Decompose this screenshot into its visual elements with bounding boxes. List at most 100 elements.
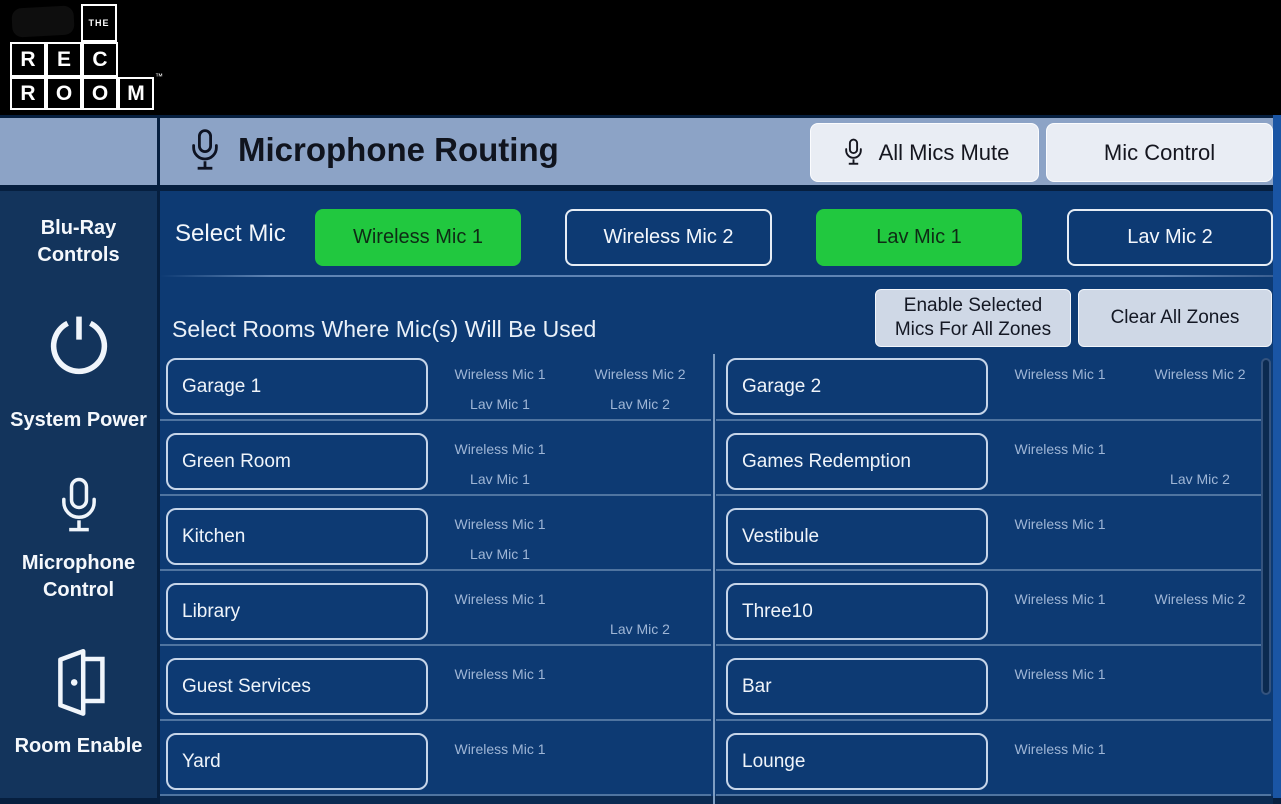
clear-all-zones-button[interactable]: Clear All Zones	[1078, 289, 1272, 347]
header-left-block	[0, 118, 157, 185]
mic-assignment-label	[430, 769, 570, 789]
mic-assignment-label	[1130, 394, 1270, 414]
mic-assignment-label	[570, 439, 710, 459]
mic-assignment-label: Wireless Mic 1	[990, 664, 1130, 684]
scroll-cutoff-strip	[160, 796, 1273, 804]
room-button-lounge[interactable]: Lounge	[726, 733, 988, 790]
room-row: Green Room Wireless Mic 1 Lav Mic 1	[160, 429, 713, 504]
logo-box-o1: O	[46, 77, 82, 110]
mic-assignment-label	[1130, 439, 1270, 459]
sidebar-item-bluray-controls[interactable]: Blu-Ray Controls	[0, 215, 157, 269]
mic-assignment-label: Wireless Mic 1	[990, 439, 1130, 459]
mic-assignment-label: Lav Mic 1	[430, 469, 570, 489]
page-title: Microphone Routing	[238, 131, 559, 169]
room-button-vestibule[interactable]: Vestibule	[726, 508, 988, 565]
logo-box-the: THE	[81, 4, 117, 42]
mic-assignment-label: Lav Mic 1	[430, 394, 570, 414]
sidebar-item-microphone-control[interactable]: Microphone Control	[0, 476, 157, 604]
room-button-yard[interactable]: Yard	[166, 733, 428, 790]
mic-assignment-label: Lav Mic 2	[570, 619, 710, 639]
room-button-guest-services[interactable]: Guest Services	[166, 658, 428, 715]
mic-assignment-label	[990, 469, 1130, 489]
mic-control-button[interactable]: Mic Control	[1046, 123, 1273, 182]
mic-assignment-label	[430, 694, 570, 714]
room-row: Lounge Wireless Mic 1	[716, 729, 1273, 804]
room-row: Yard Wireless Mic 1	[160, 729, 713, 804]
room-button-kitchen[interactable]: Kitchen	[166, 508, 428, 565]
mic-assignment-label	[990, 544, 1130, 564]
sidebar-item-label: Blu-Ray Controls	[4, 215, 154, 269]
mic-button-wireless-1[interactable]: Wireless Mic 1	[315, 209, 521, 266]
mic-assignment-label: Lav Mic 2	[1130, 469, 1270, 489]
all-mics-mute-label: All Mics Mute	[879, 140, 1010, 166]
mic-assignment-label	[990, 394, 1130, 414]
mic-button-wireless-2[interactable]: Wireless Mic 2	[565, 209, 772, 266]
room-row: Garage 1 Wireless Mic 1 Wireless Mic 2 L…	[160, 354, 713, 429]
mic-control-label: Mic Control	[1104, 140, 1215, 166]
room-button-green-room[interactable]: Green Room	[166, 433, 428, 490]
all-mics-mute-button[interactable]: All Mics Mute	[810, 123, 1039, 182]
right-edge-strip	[1273, 115, 1281, 798]
mic-assignment-label	[1130, 619, 1270, 639]
mic-assignment-label	[1130, 739, 1270, 759]
logo-box-c: C	[82, 42, 118, 77]
room-row: Garage 2 Wireless Mic 1 Wireless Mic 2	[716, 354, 1273, 429]
select-rooms-label: Select Rooms Where Mic(s) Will Be Used	[172, 316, 596, 343]
mic-assignment-label: Wireless Mic 1	[430, 739, 570, 759]
mic-assignment-label: Lav Mic 2	[570, 394, 710, 414]
mic-assignment-label: Wireless Mic 1	[430, 664, 570, 684]
top-bar: THE R E C R O O M ™	[0, 0, 1281, 115]
divider	[160, 275, 1273, 277]
room-row: Games Redemption Wireless Mic 1 Lav Mic …	[716, 429, 1273, 504]
header: Microphone Routing All Mics Mute Mic Con…	[160, 118, 1273, 185]
room-column-right: Garage 2 Wireless Mic 1 Wireless Mic 2 G…	[716, 354, 1273, 804]
mic-assignment-label	[990, 769, 1130, 789]
mic-assignment-label	[1130, 664, 1270, 684]
mic-assignment-label: Wireless Mic 1	[430, 364, 570, 384]
microphone-routing-panel: Select Mic Wireless Mic 1 Wireless Mic 2…	[160, 185, 1281, 798]
mic-assignment-label: Wireless Mic 1	[990, 364, 1130, 384]
room-row: Bar Wireless Mic 1	[716, 654, 1273, 729]
logo-box-r2: R	[10, 77, 46, 110]
sidebar-item-room-enable[interactable]: Room Enable	[0, 641, 157, 760]
mic-assignment-label: Wireless Mic 2	[1130, 364, 1270, 384]
mic-assignment-label	[570, 694, 710, 714]
mic-assignment-label: Wireless Mic 1	[430, 439, 570, 459]
mic-assignment-label	[570, 514, 710, 534]
mic-assignment-label: Lav Mic 1	[430, 544, 570, 564]
mic-assignment-label	[1130, 544, 1270, 564]
room-column-left: Garage 1 Wireless Mic 1 Wireless Mic 2 L…	[160, 354, 713, 804]
room-button-garage-2[interactable]: Garage 2	[726, 358, 988, 415]
door-icon	[43, 641, 115, 723]
scrollbar-thumb[interactable]	[1261, 358, 1271, 695]
mic-assignment-label	[1130, 769, 1270, 789]
room-row: Guest Services Wireless Mic 1	[160, 654, 713, 729]
room-button-games-redemption[interactable]: Games Redemption	[726, 433, 988, 490]
mic-assignment-label: Wireless Mic 1	[430, 514, 570, 534]
room-button-library[interactable]: Library	[166, 583, 428, 640]
enable-selected-mics-button[interactable]: Enable Selected Mics For All Zones	[875, 289, 1071, 347]
room-button-garage-1[interactable]: Garage 1	[166, 358, 428, 415]
mic-button-lav-1[interactable]: Lav Mic 1	[816, 209, 1022, 266]
mic-assignment-label	[990, 694, 1130, 714]
sidebar-item-label: Room Enable	[4, 733, 154, 760]
room-button-bar[interactable]: Bar	[726, 658, 988, 715]
mic-assignment-label	[570, 589, 710, 609]
room-button-three10[interactable]: Three10	[726, 583, 988, 640]
mic-assignment-label	[570, 544, 710, 564]
sidebar-item-system-power[interactable]: System Power	[0, 309, 157, 434]
power-icon	[44, 309, 114, 383]
mic-assignment-label	[570, 739, 710, 759]
room-row: Library Wireless Mic 1 Lav Mic 2	[160, 579, 713, 654]
mic-assignment-label	[570, 664, 710, 684]
microphone-icon	[184, 128, 226, 175]
mic-assignment-label: Wireless Mic 2	[570, 364, 710, 384]
room-row: Kitchen Wireless Mic 1 Lav Mic 1	[160, 504, 713, 579]
logo-box-m: M	[118, 77, 154, 110]
mic-assignment-label: Wireless Mic 1	[990, 739, 1130, 759]
microphone-icon	[840, 137, 867, 168]
logo-scribble	[11, 5, 74, 37]
logo-box-r1: R	[10, 42, 46, 77]
logo-box-e: E	[46, 42, 82, 77]
mic-button-lav-2[interactable]: Lav Mic 2	[1067, 209, 1273, 266]
